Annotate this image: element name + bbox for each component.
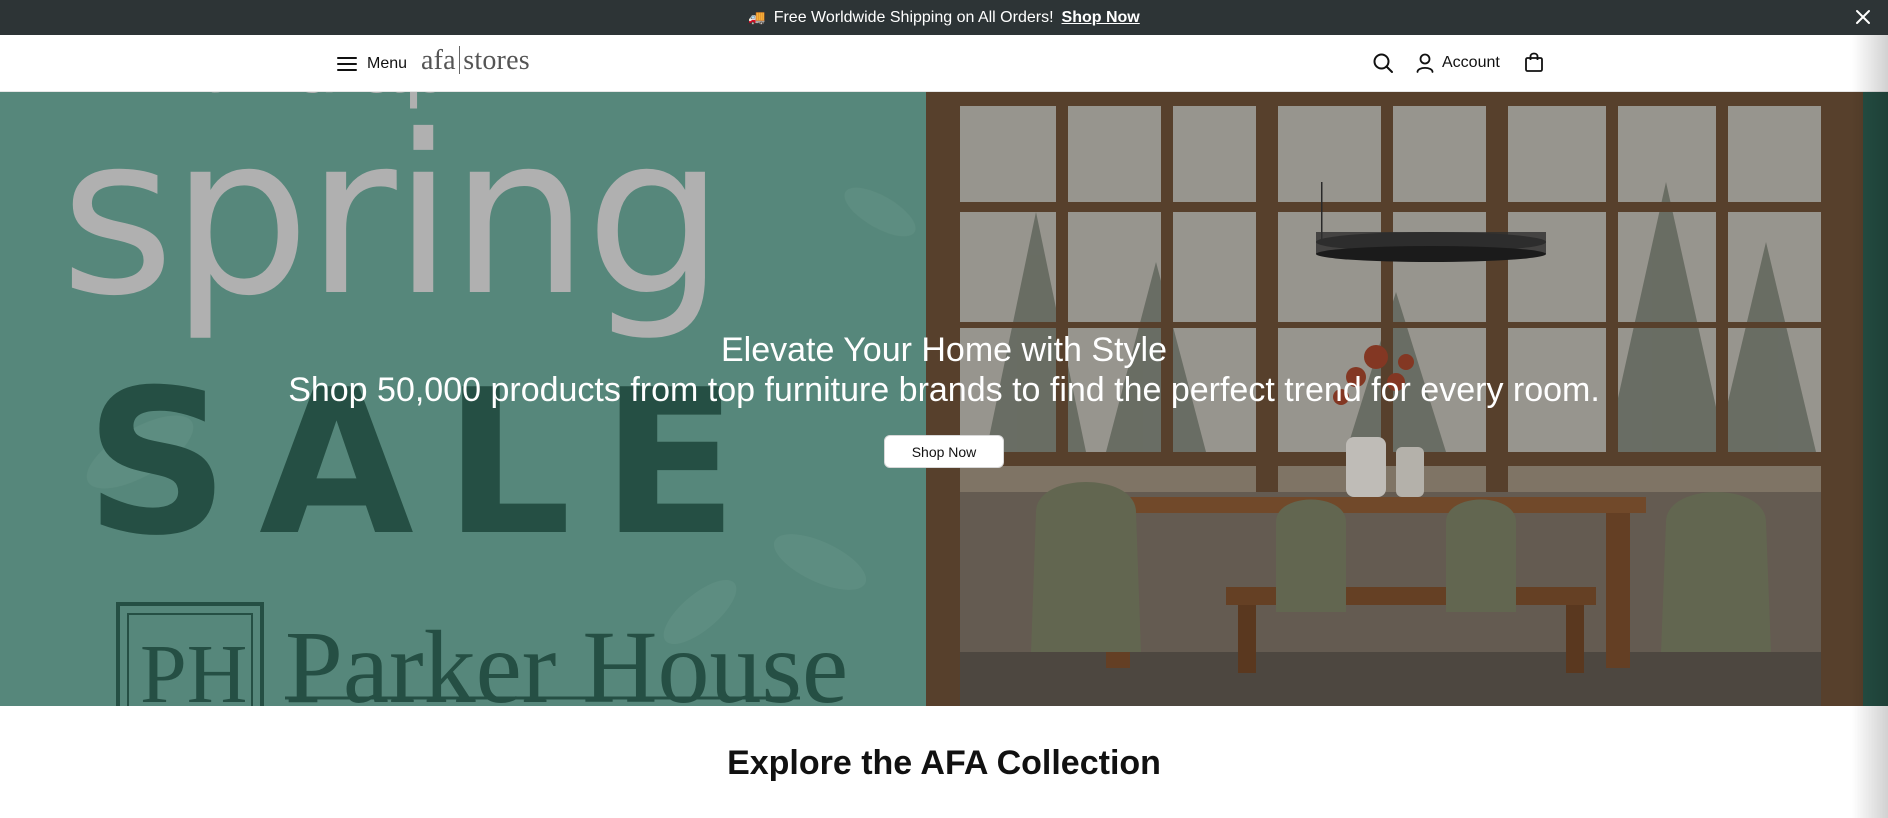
hero-subtitle: Shop 50,000 products from top furniture … <box>288 371 1600 409</box>
hero-content: Elevate Your Home with Style Shop 50,000… <box>0 330 1888 410</box>
account-label: Account <box>1442 54 1500 71</box>
brand-monogram-text: PH <box>140 628 247 706</box>
user-icon <box>1416 53 1434 73</box>
banner-spring-text: spring <box>60 92 721 344</box>
menu-label: Menu <box>367 55 408 72</box>
announcement-shop-now-link[interactable]: Shop Now <box>1062 9 1140 27</box>
hero-shop-now-button[interactable]: Shop Now <box>884 435 1004 468</box>
shopping-bag-icon[interactable] <box>1524 51 1544 73</box>
logo-part-afa: afa <box>421 45 456 76</box>
search-icon[interactable] <box>1372 52 1394 74</box>
menu-button[interactable]: Menu <box>337 51 407 77</box>
flag-icon: 🚚 <box>748 9 766 25</box>
collection-section-title: Explore the AFA Collection <box>727 744 1161 782</box>
site-header: Menu afa stores Account <box>0 35 1888 92</box>
hamburger-icon <box>337 57 357 71</box>
brand-name-text: Parker House <box>285 610 848 706</box>
account-button[interactable]: Account <box>1416 51 1500 75</box>
site-logo[interactable]: afa stores <box>421 45 530 77</box>
logo-divider <box>458 46 461 74</box>
logo-part-stores: stores <box>463 45 530 76</box>
announcement-bar: 🚚 Free Worldwide Shipping on All Orders!… <box>0 0 1888 35</box>
close-icon[interactable] <box>1854 8 1872 26</box>
announcement-text: Free Worldwide Shipping on All Orders! <box>773 8 1054 26</box>
hero-title: Elevate Your Home with Style <box>720 331 1168 369</box>
hero-banner: thru april 21 spring SALE PH Parker Hous… <box>0 92 1888 706</box>
